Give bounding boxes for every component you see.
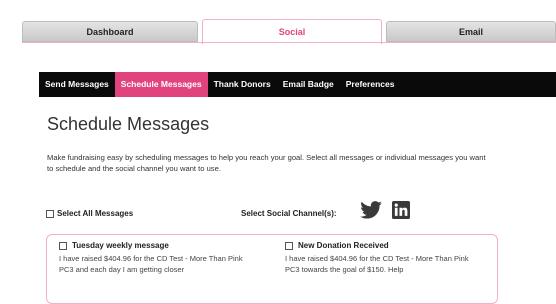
message-title: Tuesday weekly message bbox=[72, 241, 169, 250]
message-checkbox[interactable] bbox=[285, 241, 293, 250]
message-body: I have raised $404.96 for the CD Test - … bbox=[285, 254, 469, 274]
top-tabs: Dashboard Social Email bbox=[22, 19, 556, 44]
message-title-row[interactable]: Tuesday weekly message bbox=[59, 241, 259, 250]
messages-card: Tuesday weekly message I have raised $40… bbox=[46, 234, 498, 304]
select-all-label: Select All Messages bbox=[57, 209, 134, 218]
twitter-icon[interactable] bbox=[360, 201, 382, 219]
message-title-row[interactable]: New Donation Received bbox=[285, 241, 485, 250]
message-title: New Donation Received bbox=[298, 241, 389, 250]
subnav-send-messages[interactable]: Send Messages bbox=[39, 72, 115, 97]
subnav-preferences[interactable]: Preferences bbox=[340, 72, 401, 97]
subnav-schedule-messages[interactable]: Schedule Messages bbox=[114, 72, 208, 97]
message-item: New Donation Received I have raised $404… bbox=[285, 241, 485, 275]
select-all-messages[interactable]: Select All Messages bbox=[46, 209, 133, 218]
linkedin-icon[interactable] bbox=[392, 201, 410, 219]
tab-divider bbox=[22, 42, 556, 43]
message-item: Tuesday weekly message I have raised $40… bbox=[59, 241, 259, 275]
subnav-email-badge[interactable]: Email Badge bbox=[277, 72, 340, 97]
page-title: Schedule Messages bbox=[47, 114, 210, 134]
social-subnav: Send Messages Schedule Messages Thank Do… bbox=[39, 72, 556, 97]
message-checkbox[interactable] bbox=[59, 241, 67, 250]
tab-email[interactable]: Email bbox=[386, 21, 556, 42]
tab-dashboard[interactable]: Dashboard bbox=[22, 21, 198, 42]
intro-text: Make fundraising easy by scheduling mess… bbox=[47, 153, 486, 173]
select-channel-label: Select Social Channel(s): bbox=[241, 209, 337, 218]
select-all-checkbox[interactable] bbox=[46, 209, 54, 218]
message-body: I have raised $404.96 for the CD Test - … bbox=[59, 254, 243, 274]
tab-social[interactable]: Social bbox=[202, 19, 382, 44]
subnav-thank-donors[interactable]: Thank Donors bbox=[208, 72, 277, 97]
